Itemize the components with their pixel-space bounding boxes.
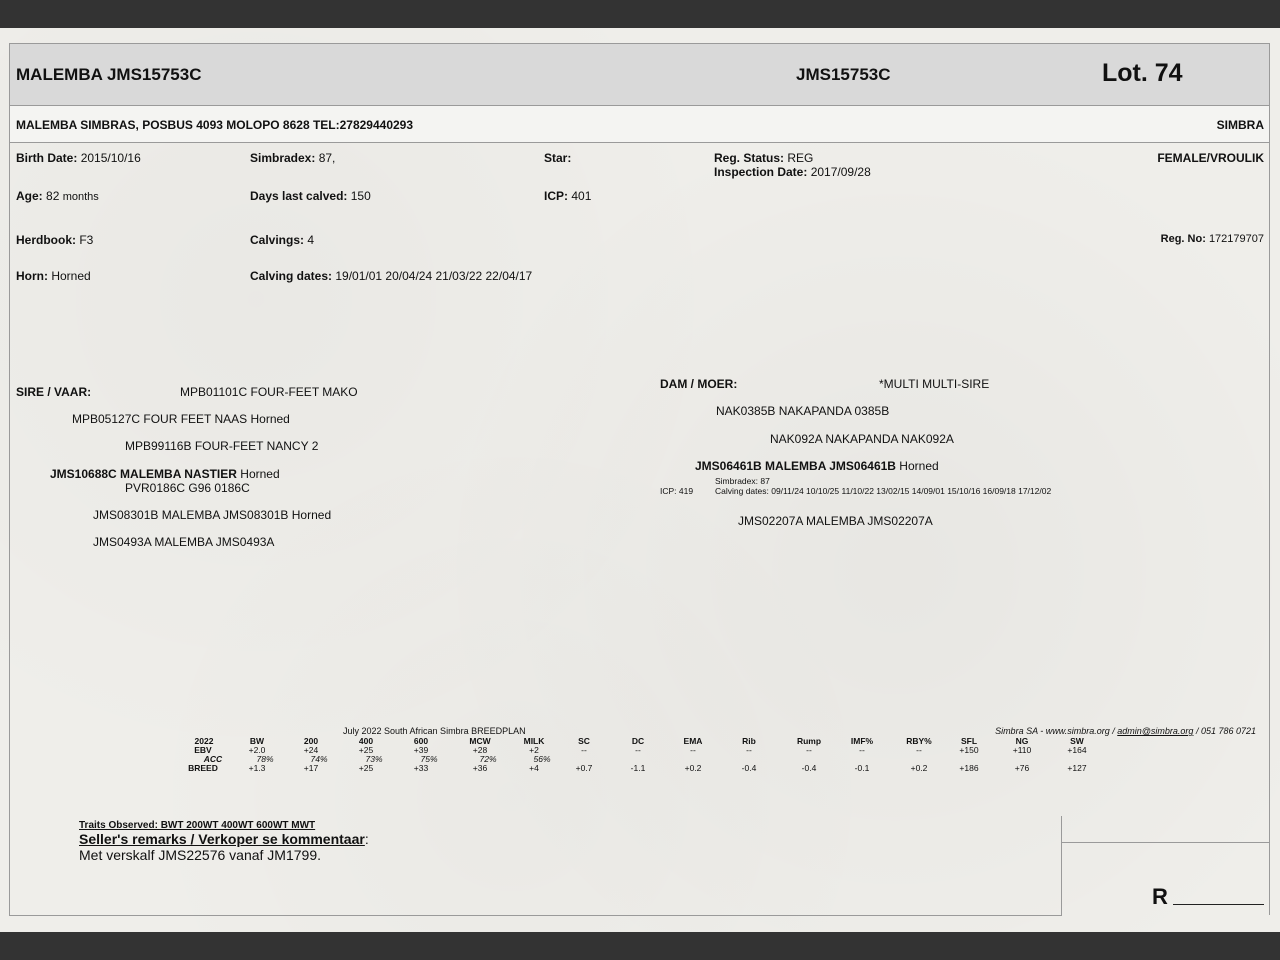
- dam-sire-top: *MULTI MULTI-SIRE: [879, 377, 990, 391]
- signature-box-top: [1061, 842, 1270, 843]
- dam-icp: ICP: 419: [660, 486, 694, 496]
- calvings: Calvings: 4: [250, 233, 315, 247]
- bottom-border: [9, 915, 1062, 916]
- dam-granddam: NAK092A NAKAPANDA NAK092A: [770, 432, 954, 446]
- simbradex: Simbradex: 87,: [250, 151, 336, 165]
- r-label: R: [1152, 884, 1168, 909]
- dam-dam: JMS02207A MALEMBA JMS02207A: [738, 514, 933, 528]
- age: Age: 82 months: [16, 189, 99, 203]
- lot-number: Lot. 74: [1102, 59, 1183, 87]
- dam-simbradex: Simbradex: 87: [715, 476, 770, 486]
- signature-line[interactable]: [1173, 904, 1264, 905]
- sire-dam-sire: PVR0186C G96 0186C: [125, 481, 250, 495]
- icp: ICP: 401: [544, 189, 592, 203]
- lot-sheet: MALEMBA JMS15753C JMS15753C Lot. 74 MALE…: [0, 28, 1280, 932]
- breed-name: SIMBRA: [1216, 118, 1264, 132]
- seller-remarks-heading: Seller's remarks / Verkoper se kommentaa…: [79, 831, 369, 847]
- sire-granddam: MPB99116B FOUR-FEET NANCY 2: [125, 439, 319, 453]
- breedplan-title: July 2022 South African Simbra BREEDPLAN: [343, 726, 526, 736]
- calving-dates: Calving dates: 19/01/01 20/04/24 21/03/2…: [250, 269, 533, 283]
- animal-code: JMS15753C: [796, 65, 891, 84]
- reg-no: Reg. No: 172179707: [1160, 233, 1264, 245]
- dam-calving-dates: Calving dates: 09/11/24 10/10/25 11/10/2…: [715, 486, 1052, 496]
- sire-grandsire: MPB05127C FOUR FEET NAAS Horned: [72, 412, 290, 426]
- horn: Horn: Horned: [16, 269, 91, 283]
- traits-observed: Traits Observed: BWT 200WT 400WT 600WT M…: [79, 820, 316, 831]
- dam-label: DAM / MOER:: [660, 377, 738, 391]
- reg-status: Reg. Status: REG Inspection Date: 2017/0…: [714, 151, 871, 179]
- sire-label: SIRE / VAAR:: [16, 385, 92, 399]
- dam-name: JMS06461B MALEMBA JMS06461B Horned: [695, 459, 939, 473]
- herdbook: Herdbook: F3: [16, 233, 94, 247]
- star-label: Star:: [544, 151, 572, 165]
- sire-dam-dam: JMS0493A MALEMBA JMS0493A: [93, 535, 275, 549]
- breeder-address: MALEMBA SIMBRAS, POSBUS 4093 MOLOPO 8628…: [16, 118, 414, 132]
- birth-date: Birth Date: 2015/10/16: [16, 151, 141, 165]
- days-last-calved: Days last calved: 150: [250, 189, 371, 203]
- breedplan-source: Simbra SA - www.simbra.org / admin@simbr…: [995, 726, 1256, 736]
- breedplan-email-link[interactable]: admin@simbra.org: [1117, 726, 1193, 736]
- sex: FEMALE/VROULIK: [1157, 151, 1264, 165]
- sire-sire: MPB01101C FOUR-FEET MAKO: [180, 385, 358, 399]
- animal-title: MALEMBA JMS15753C: [16, 65, 202, 84]
- sire-dam: JMS08301B MALEMBA JMS08301B Horned: [93, 508, 332, 522]
- seller-remarks-text: Met verskalf JMS22576 vanaf JM1799.: [79, 847, 322, 863]
- remarks-divider: [1061, 816, 1062, 916]
- dam-grandsire: NAK0385B NAKAPANDA 0385B: [716, 404, 890, 418]
- sire-name: JMS10688C MALEMBA NASTIER Horned: [50, 467, 280, 481]
